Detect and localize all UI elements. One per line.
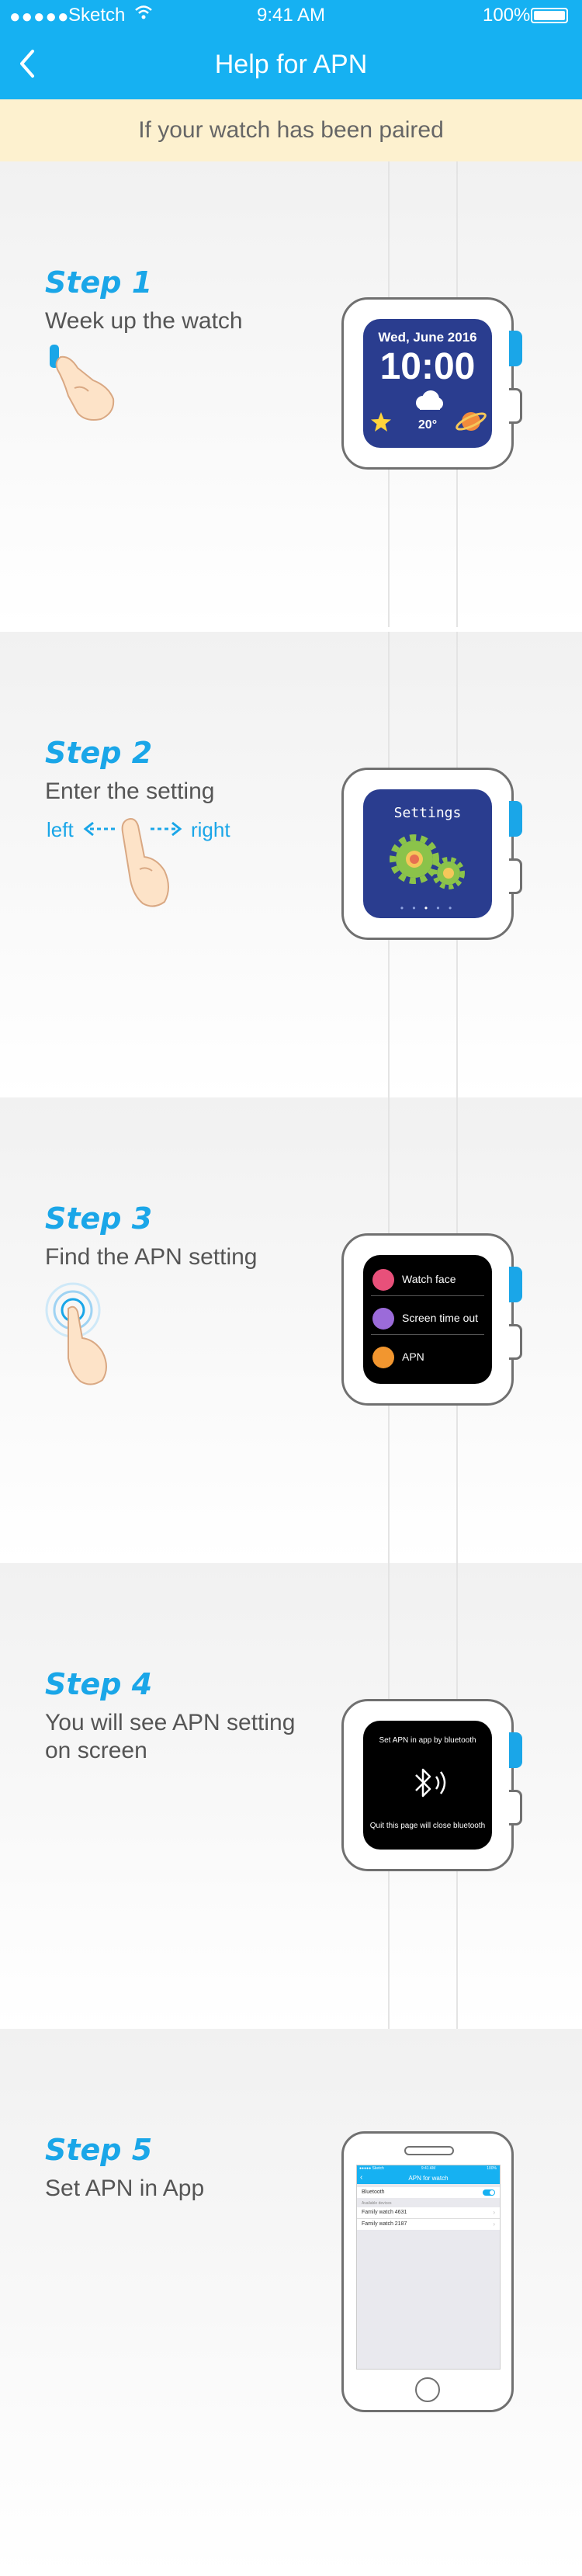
menu-item-label: Watch face	[402, 1273, 456, 1285]
device-row[interactable]: Family watch 4631 ›	[357, 2207, 500, 2219]
step-title: Step 4	[45, 1667, 153, 1701]
watch-date: Wed, June 2016	[378, 330, 477, 345]
step-description: Set APN in App	[45, 2176, 205, 2201]
chevron-right-icon: ›	[493, 2221, 495, 2228]
menu-item-screen-time-out[interactable]: Screen time out	[371, 1303, 484, 1335]
chevron-right-icon: ›	[493, 2209, 495, 2216]
moon-icon	[372, 1308, 394, 1330]
step-description: Find the APN setting	[45, 1244, 258, 1270]
swipe-right-label: right	[191, 818, 230, 841]
step-3: Step 3 Find the APN setting Watch face S…	[0, 1097, 582, 1563]
bluetooth-row: Bluetooth	[357, 2187, 500, 2198]
settings-title: Settings	[393, 805, 462, 821]
app-status-bar: ●●●●● Sketch 9:41 AM 100%	[357, 2165, 500, 2172]
bluetooth-bottom-text: Quit this page will close bluetooth	[369, 1822, 486, 1830]
bluetooth-toggle[interactable]	[483, 2189, 495, 2196]
watch-crown	[509, 1732, 522, 1768]
menu-item-label: APN	[402, 1350, 424, 1363]
phone-screen: ●●●●● Sketch 9:41 AM 100% ‹ APN for watc…	[356, 2165, 501, 2370]
app-nav-bar: ‹ APN for watch	[357, 2172, 500, 2184]
home-button	[415, 2377, 440, 2402]
menu-item-watch-face[interactable]: Watch face	[371, 1264, 484, 1296]
menu-item-apn[interactable]: APN	[371, 1342, 484, 1373]
page-title: Help for APN	[214, 50, 368, 79]
watch-screen: Wed, June 2016 10:00 20°	[363, 319, 492, 448]
nav-bar: Help for APN	[0, 31, 582, 99]
watch-screen: Settings • • • • •	[363, 789, 492, 918]
device-row[interactable]: Family watch 2187 ›	[357, 2219, 500, 2230]
battery-icon	[531, 8, 568, 23]
watch-crown	[509, 331, 522, 366]
watch-button	[509, 388, 522, 424]
status-bar: ●●●●● Sketch 9:41 AM 100%	[0, 0, 582, 31]
arrow-left-icon	[82, 821, 116, 837]
watch-button	[509, 858, 522, 894]
paired-banner: If your watch has been paired	[0, 99, 582, 161]
phone: ●●●●● Sketch 9:41 AM 100% ‹ APN for watc…	[341, 2131, 514, 2412]
watch-button	[509, 1324, 522, 1360]
step-title: Step 3	[45, 1201, 153, 1236]
cloud-icon	[414, 390, 443, 411]
press-hand-icon	[47, 342, 124, 427]
app-title: APN for watch	[408, 2175, 449, 2182]
watch-button	[509, 1790, 522, 1825]
watch: Wed, June 2016 10:00 20°	[338, 161, 524, 627]
planet-icon	[455, 406, 487, 437]
gears-icon	[385, 831, 470, 893]
step-description: Enter the setting	[45, 778, 215, 804]
step-4: Step 4 You will see APN setting on scree…	[0, 1563, 582, 2029]
star-icon	[369, 411, 393, 434]
watch: Set APN in app by bluetooth Quit this pa…	[338, 1563, 524, 2029]
watch-face-icon	[372, 1269, 394, 1291]
signal-bars-icon	[372, 1347, 394, 1368]
step-title: Step 1	[45, 265, 153, 300]
page-dots: • • • • •	[400, 903, 456, 914]
step-1: Step 1 Week up the watch Wed, June 2016 …	[0, 161, 582, 627]
watch-bluetooth-screen: Set APN in app by bluetooth Quit this pa…	[363, 1721, 492, 1850]
swipe-left-label: left	[47, 818, 74, 841]
step-5: Step 5 Set APN in App ●●●●● Sketch 9:41 …	[0, 2029, 582, 2576]
bluetooth-icon	[407, 1761, 450, 1805]
tap-hand-icon	[43, 1281, 129, 1389]
arrow-right-icon	[149, 821, 183, 837]
step-description: You will see APN setting on screen	[45, 1710, 296, 1763]
watch-crown	[509, 1267, 522, 1302]
step-2: Step 2 Enter the setting left right Sett…	[0, 632, 582, 1097]
watch-menu-screen: Watch face Screen time out APN	[363, 1255, 492, 1384]
section-label: Available devices	[362, 2201, 392, 2206]
step-description: Week up the watch	[45, 308, 243, 334]
watch-time: 10:00	[379, 346, 476, 387]
step-title: Step 5	[45, 2133, 153, 2167]
watch: Watch face Screen time out APN	[338, 1097, 524, 1563]
step-title: Step 2	[45, 736, 153, 770]
phone-speaker	[404, 2146, 454, 2155]
battery-percent: 100%	[483, 5, 531, 26]
bluetooth-top-text: Set APN in app by bluetooth	[379, 1736, 476, 1745]
menu-item-label: Screen time out	[402, 1312, 479, 1324]
watch: Settings • • • • •	[338, 632, 524, 1097]
watch-crown	[509, 801, 522, 837]
